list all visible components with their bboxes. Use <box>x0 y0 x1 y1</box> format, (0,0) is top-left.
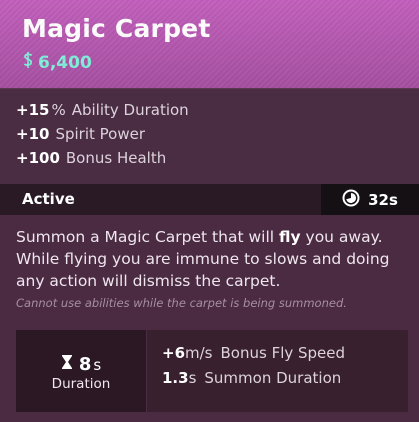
stat-bonus-health: +100 Bonus Health <box>16 149 166 167</box>
stat-label: Summon Duration <box>204 369 342 387</box>
stat-value: +6 <box>162 344 186 362</box>
cooldown-value: 32s <box>368 190 398 209</box>
duration-number: 8 <box>78 354 92 375</box>
cooldown-badge: 32s <box>321 184 419 215</box>
ability-stats-panel: 8s Duration +6m/s Bonus Fly Speed 1.3s Sum… <box>16 330 408 412</box>
stat-label: Bonus Health <box>65 149 167 167</box>
duration-label: Duration <box>51 376 111 392</box>
item-title: Magic Carpet <box>22 14 211 43</box>
description-keyword: fly <box>279 228 301 246</box>
souls-currency-icon <box>22 51 34 74</box>
duration-unit: s <box>93 355 102 374</box>
panel-stat-summon-duration: 1.3s Summon Duration <box>162 369 341 387</box>
stat-ability-duration: +15% Ability Duration <box>16 101 189 119</box>
stat-label: Spirit Power <box>55 125 145 143</box>
stat-unit: s <box>188 369 197 387</box>
active-label: Active <box>22 190 75 208</box>
stat-list: +15% Ability Duration +10 Spirit Power +10… <box>0 88 419 183</box>
ability-note: Cannot use abilities while the carpet is… <box>16 296 347 310</box>
duration-value-row: 8s <box>16 354 146 375</box>
active-bar: Active 32s <box>0 184 419 215</box>
stat-spirit-power: +10 Spirit Power <box>16 125 145 143</box>
stat-unit: m/s <box>185 344 213 362</box>
cooldown-clock-icon <box>342 189 360 211</box>
description-text: Summon a Magic Carpet that will <box>16 228 279 246</box>
stat-value: 1.3 <box>162 369 189 387</box>
stat-value: +15 <box>16 101 50 119</box>
item-tooltip: Magic Carpet 6,400 +15% Ability Duration … <box>0 0 419 422</box>
hourglass-icon <box>61 354 73 375</box>
stat-label: Bonus Fly Speed <box>220 344 346 362</box>
item-cost: 6,400 <box>22 51 92 74</box>
tooltip-header: Magic Carpet 6,400 <box>0 0 419 88</box>
stat-label: Ability Duration <box>71 101 189 119</box>
stat-unit: % <box>51 101 66 119</box>
ability-description: Summon a Magic Carpet that will fly you … <box>16 226 408 292</box>
panel-stat-fly-speed: +6m/s Bonus Fly Speed <box>162 344 345 362</box>
stat-value: +100 <box>16 149 60 167</box>
cost-value: 6,400 <box>38 52 92 73</box>
duration-box: 8s Duration <box>16 330 147 412</box>
stat-value: +10 <box>16 125 50 143</box>
